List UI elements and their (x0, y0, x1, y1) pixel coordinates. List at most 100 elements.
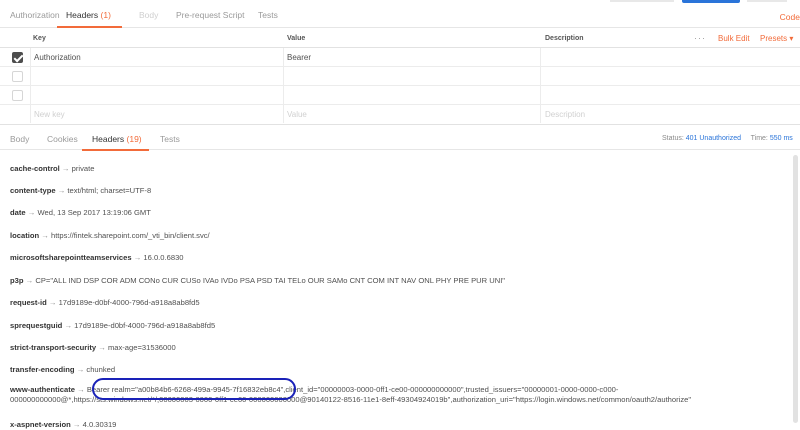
arrow-icon: → (27, 208, 36, 217)
response-header-row: x-aspnet-version → 4.0.30319 (10, 420, 116, 429)
value-cell[interactable]: Bearer (284, 48, 541, 66)
header-key: www-authenticate (10, 385, 75, 394)
response-header-row: p3p → CP="ALL IND DSP COR ADM CONo CUR C… (10, 276, 505, 285)
table-row: Authorization Bearer (0, 48, 800, 67)
header-key: x-aspnet-version (10, 420, 71, 429)
value-cell[interactable] (284, 67, 541, 85)
header-value: Wed, 13 Sep 2017 13:19:06 GMT (37, 208, 151, 217)
tab-tests[interactable]: Tests (258, 10, 278, 20)
response-header-row: location → https://fintek.sharepoint.com… (10, 231, 210, 240)
arrow-icon: → (133, 253, 142, 262)
header-value: https://fintek.sharepoint.com/_vti_bin/c… (50, 231, 210, 240)
header-value: 4.0.30319 (82, 420, 117, 429)
tab-response-headers[interactable]: Headers (19) (92, 134, 142, 144)
new-value-input[interactable]: Value (284, 105, 541, 123)
arrow-icon: → (57, 186, 66, 195)
header-value: chunked (86, 365, 116, 374)
key-cell[interactable]: Authorization (30, 48, 284, 66)
highlight-circle-annotation (92, 378, 296, 400)
new-description-placeholder[interactable]: Description (545, 110, 585, 119)
row-checkbox[interactable] (12, 52, 23, 63)
tab-label: Tests (258, 10, 278, 20)
header-value: max-age=31536000 (107, 343, 176, 352)
header-key: transfer-encoding (10, 365, 75, 374)
new-value-placeholder: Value (287, 110, 307, 119)
new-row: New key Value Description (0, 105, 800, 124)
response-header-row: transfer-encoding → chunked (10, 365, 115, 374)
arrow-icon: → (48, 298, 57, 307)
active-tab-indicator (82, 149, 149, 151)
tab-count: (19) (126, 134, 142, 144)
tab-response-tests[interactable]: Tests (160, 134, 180, 144)
arrow-icon: → (98, 343, 106, 352)
tab-pre-request-script[interactable]: Pre-request Script (176, 10, 245, 20)
code-link[interactable]: Code (780, 12, 800, 22)
header-key: request-id (10, 298, 47, 307)
tab-count: (1) (100, 10, 111, 20)
table-row (0, 86, 800, 105)
key-text: Authorization (34, 53, 81, 62)
header-value: 16.0.0.6830 (143, 253, 184, 262)
key-cell[interactable] (30, 86, 284, 104)
header-key: microsoftsharepointteamservices (10, 253, 132, 262)
response-header-row: cache-control → private (10, 164, 94, 173)
table-row (0, 67, 800, 86)
column-key: Key (33, 35, 46, 42)
status-value[interactable]: 401 Unauthorized (686, 135, 741, 142)
tab-label: Cookies (47, 134, 78, 144)
header-value: private (71, 164, 95, 173)
arrow-icon: → (72, 420, 81, 429)
headers-table: Key Value Description ··· Bulk Edit Pres… (0, 29, 800, 124)
presets-dropdown[interactable]: Presets ▾ (760, 34, 793, 43)
arrow-icon: → (76, 365, 85, 374)
tab-body[interactable]: Body (139, 10, 158, 20)
arrow-icon: → (61, 164, 70, 173)
header-key: content-type (10, 186, 56, 195)
new-key-placeholder: New key (34, 110, 65, 119)
tab-label: Pre-request Script (176, 10, 245, 20)
tab-headers[interactable]: Headers (1) (66, 10, 111, 20)
response-tabs: Body Cookies Headers (19) Tests Status: … (0, 124, 800, 151)
response-header-row: content-type → text/html; charset=UTF-8 (10, 186, 151, 195)
header-key: p3p (10, 276, 24, 285)
header-key: cache-control (10, 164, 60, 173)
response-status: Status: 401 Unauthorized Time: 550 ms (662, 135, 793, 142)
tab-authorization[interactable]: Authorization (10, 10, 60, 20)
response-header-row: strict-transport-security → max-age=3153… (10, 343, 176, 352)
row-checkbox[interactable] (12, 71, 23, 82)
arrow-icon: → (41, 231, 49, 240)
vertical-scrollbar[interactable] (793, 155, 798, 423)
tab-response-body[interactable]: Body (10, 134, 29, 144)
response-header-row: microsoftsharepointteamservices → 16.0.0… (10, 253, 184, 262)
send-button[interactable] (682, 0, 740, 3)
header-value: 17d9189e-d0bf-4000-796d-a918a8ab8fd5 (58, 298, 200, 307)
key-cell[interactable] (30, 67, 284, 85)
tab-label: Body (139, 10, 159, 20)
save-button-edge[interactable] (747, 0, 787, 2)
header-value: CP="ALL IND DSP COR ADM CONo CUR CUSo IV… (35, 276, 506, 285)
request-tabs: Authorization Headers (1) Body Pre-reque… (0, 0, 800, 28)
time-value[interactable]: 550 ms (770, 135, 793, 142)
arrow-icon: → (64, 321, 73, 330)
time-label: Time: (750, 135, 768, 142)
new-key-input[interactable]: New key (30, 105, 284, 123)
tab-label: Headers (92, 134, 125, 144)
response-header-row: request-id → 17d9189e-d0bf-4000-796d-a91… (10, 298, 200, 307)
header-key: location (10, 231, 40, 240)
value-cell[interactable] (284, 86, 541, 104)
header-key: sprequestguid (10, 321, 63, 330)
tab-label: Headers (66, 10, 99, 20)
more-options-icon[interactable]: ··· (694, 33, 706, 43)
tab-cookies[interactable]: Cookies (47, 134, 78, 144)
arrow-icon: → (25, 276, 34, 285)
table-header: Key Value Description ··· Bulk Edit Pres… (0, 29, 800, 48)
column-description: Description (545, 35, 584, 42)
value-text: Bearer (287, 53, 312, 62)
row-checkbox[interactable] (12, 90, 23, 101)
tab-label: Authorization (10, 10, 60, 20)
bulk-edit-link[interactable]: Bulk Edit (718, 34, 750, 43)
status-label: Status: (662, 135, 684, 142)
arrow-icon: → (77, 385, 85, 394)
url-bar-edge (610, 0, 674, 2)
active-tab-indicator (57, 26, 122, 28)
